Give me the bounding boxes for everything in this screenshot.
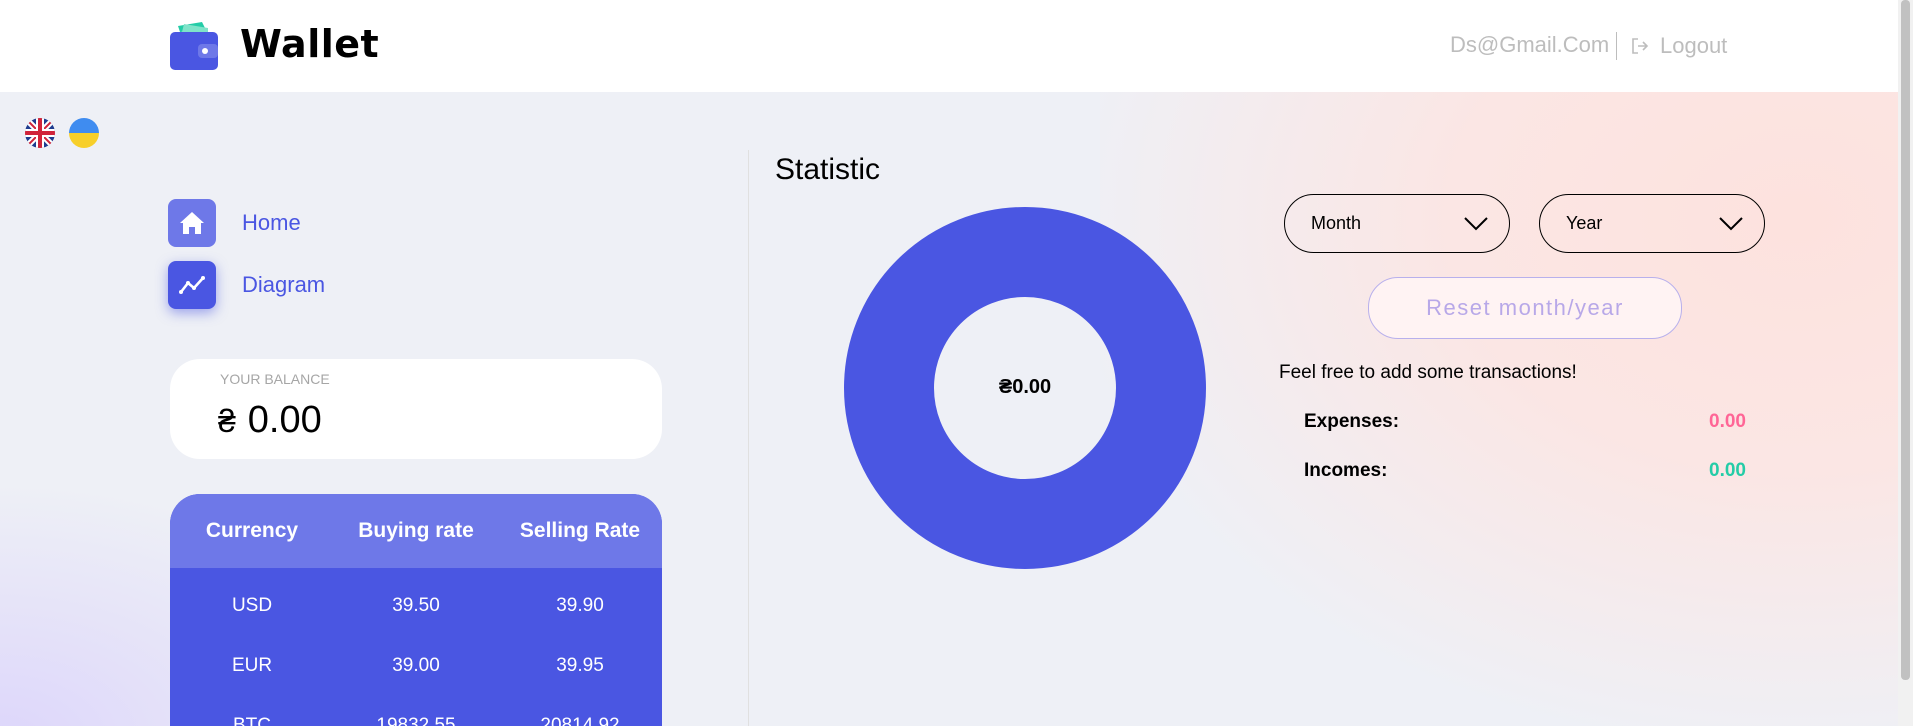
chart-line-icon <box>179 276 205 294</box>
home-icon-box <box>168 199 216 247</box>
incomes-label: Incomes: <box>1304 460 1388 481</box>
user-email: Ds@Gmail.Com <box>1450 32 1610 57</box>
reset-month-year-button[interactable]: Reset month/year <box>1368 277 1682 339</box>
wallet-logo-icon <box>170 22 218 70</box>
year-select-value: Year <box>1566 213 1603 233</box>
incomes-value: 0.00 <box>1709 460 1746 481</box>
balance-card: YOUR BALANCE ₴ 0.00 <box>170 359 662 459</box>
table-row: BTC 19832.55 20814.92 <box>170 696 662 726</box>
background-glow-right <box>1100 92 1913 726</box>
uk-flag-icon[interactable] <box>25 118 55 148</box>
header-buying-rate: Buying rate <box>358 519 474 542</box>
currency-code: EUR <box>231 655 273 676</box>
expenses-label: Expenses: <box>1304 411 1400 432</box>
incomes-row: Incomes: 0.00 <box>1304 460 1746 482</box>
table-row: USD 39.50 39.90 <box>170 576 662 636</box>
balance-value: ₴ 0.00 <box>218 399 322 442</box>
nav-item-diagram[interactable]: Diagram <box>168 261 325 309</box>
selling-rate: 39.95 <box>556 655 604 676</box>
brand-name: Wallet <box>240 22 380 66</box>
buying-rate: 19832.55 <box>376 715 456 726</box>
donut-center-label: ₴0.00 <box>998 376 1052 398</box>
buying-rate: 39.50 <box>392 595 440 616</box>
currency-table-header: Currency Buying rate Selling Rate <box>170 494 662 568</box>
chevron-down-icon <box>1719 216 1743 230</box>
empty-hint: Feel free to add some transactions! <box>1279 362 1577 383</box>
currency-symbol: ₴ <box>218 403 236 439</box>
month-select-value: Month <box>1311 213 1362 233</box>
selling-rate: 39.90 <box>556 595 604 616</box>
selling-rate: 20814.92 <box>540 715 620 726</box>
nav-item-home[interactable]: Home <box>168 199 301 247</box>
ukraine-flag-icon[interactable] <box>69 118 99 148</box>
nav-label-home: Home <box>242 210 301 235</box>
statistic-title: Statistic <box>775 153 881 186</box>
app-header: Wallet Ds@Gmail.Com Logout <box>0 0 1913 92</box>
header-divider <box>1616 32 1617 60</box>
home-icon <box>180 212 204 234</box>
logout-button[interactable]: Logout <box>1630 30 1727 62</box>
currency-table: Currency Buying rate Selling Rate USD 39… <box>170 494 662 726</box>
logout-icon <box>1632 38 1649 54</box>
expenses-value: 0.00 <box>1709 411 1746 432</box>
table-row: EUR 39.00 39.95 <box>170 636 662 696</box>
nav-label-diagram: Diagram <box>242 272 326 297</box>
chevron-down-icon <box>1464 216 1488 230</box>
balance-label: YOUR BALANCE <box>220 371 330 387</box>
header-selling-rate: Selling Rate <box>519 519 641 542</box>
month-select[interactable]: Month <box>1284 194 1510 253</box>
logout-label: Logout <box>1660 33 1728 58</box>
currency-code: USD <box>231 595 273 616</box>
currency-code: BTC <box>233 715 271 726</box>
scrollbar-thumb[interactable] <box>1901 0 1910 680</box>
year-select[interactable]: Year <box>1539 194 1765 253</box>
balance-amount: 0.00 <box>247 399 322 441</box>
expenses-row: Expenses: 0.00 <box>1304 411 1746 433</box>
buying-rate: 39.00 <box>392 655 440 676</box>
chart-icon-box <box>168 261 216 309</box>
column-divider <box>748 150 749 726</box>
header-currency: Currency <box>205 519 299 542</box>
